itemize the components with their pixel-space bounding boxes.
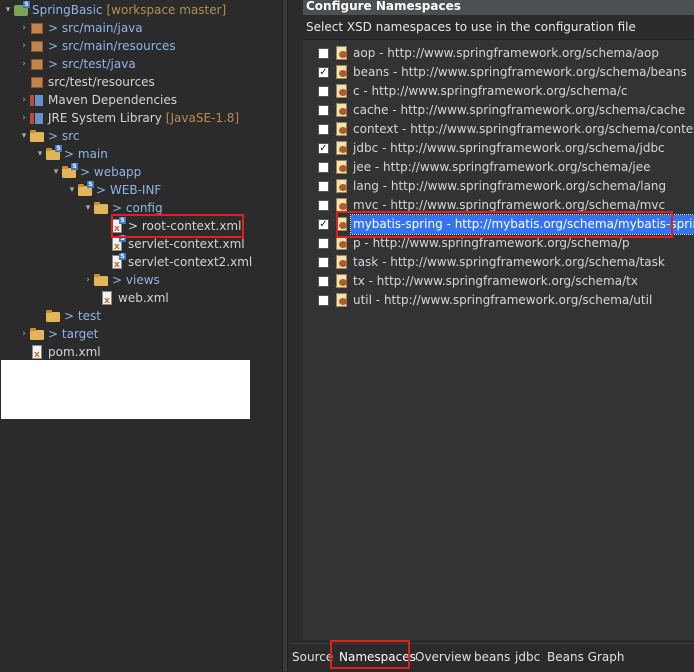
- namespace-checkbox[interactable]: ✓: [318, 143, 329, 154]
- namespace-icon: [334, 197, 350, 213]
- tree-item-src-main-resources[interactable]: › > src/main/resources: [19, 37, 175, 55]
- expand-arrow-icon[interactable]: ›: [83, 271, 93, 289]
- folder-icon: [29, 128, 45, 144]
- namespace-checkbox[interactable]: [318, 238, 329, 249]
- tab-beans[interactable]: beans: [474, 648, 510, 666]
- namespace-checkbox[interactable]: [318, 105, 329, 116]
- namespace-checkbox[interactable]: [318, 124, 329, 135]
- tree-item-main[interactable]: ▾ S > main: [35, 145, 108, 163]
- project-explorer: ▾ S SpringBasic [workspace master] › > src/m…: [0, 0, 282, 671]
- git-branch-decoration: [workspace master]: [106, 3, 227, 17]
- source-folder-icon: [29, 74, 45, 90]
- namespace-icon: [334, 121, 350, 137]
- editor-tabs: Source Namespaces Overview beans jdbc Be…: [289, 640, 694, 672]
- project-icon: S: [13, 1, 30, 18]
- folder-icon: [93, 272, 109, 288]
- tree-item-project[interactable]: ▾ S SpringBasic [workspace master]: [3, 1, 226, 19]
- namespace-icon: [334, 216, 350, 232]
- tree-item-src-main-java[interactable]: › > src/main/java: [19, 19, 142, 37]
- namespace-icon: [334, 102, 350, 118]
- tree-item-root-context-xml[interactable]: S> root-context.xml: [99, 217, 241, 238]
- section-description: Select XSD namespaces to use in the conf…: [306, 20, 636, 34]
- namespace-icon: [334, 140, 350, 156]
- tree-item-test[interactable]: > test: [35, 307, 101, 325]
- collapse-arrow-icon[interactable]: ▾: [3, 1, 13, 19]
- namespace-icon: [334, 292, 350, 308]
- tree-item-src-test-java[interactable]: › > src/test/java: [19, 55, 136, 73]
- tree-item-views[interactable]: › > views: [83, 271, 160, 289]
- spring-xml-file-icon: S: [109, 235, 126, 256]
- namespace-checkbox[interactable]: [318, 86, 329, 97]
- spring-xml-file-icon: S: [109, 217, 126, 238]
- tab-jdbc[interactable]: jdbc: [515, 648, 540, 666]
- tree-item-target[interactable]: › > target: [19, 325, 98, 343]
- section-title: Configure Namespaces: [303, 0, 694, 15]
- folder-icon: [45, 308, 61, 324]
- collapse-arrow-icon[interactable]: ▾: [67, 181, 77, 199]
- namespace-checkbox[interactable]: [318, 295, 329, 306]
- namespace-checkbox[interactable]: [318, 200, 329, 211]
- source-folder-icon: [29, 38, 45, 54]
- folder-icon: S: [45, 145, 62, 162]
- tree-item-jre-system-library[interactable]: › JRE System Library [JavaSE-1.8]: [19, 109, 239, 127]
- view-splitter[interactable]: [282, 0, 288, 671]
- namespace-icon: [334, 159, 350, 175]
- tree-item-webapp[interactable]: ▾ S > webapp: [51, 163, 141, 181]
- namespace-checkbox[interactable]: [318, 276, 329, 287]
- tree-item-pom-xml[interactable]: pom.xml: [19, 343, 101, 364]
- tab-overview[interactable]: Overview: [415, 648, 472, 666]
- expand-arrow-icon[interactable]: ›: [19, 19, 29, 37]
- project-name: SpringBasic: [32, 3, 103, 17]
- namespace-list: aop - http://www.springframework.org/sch…: [303, 39, 694, 640]
- namespace-icon: [334, 235, 350, 251]
- expand-arrow-icon[interactable]: ›: [19, 91, 29, 109]
- namespace-icon: [334, 64, 350, 80]
- namespace-icon: [334, 178, 350, 194]
- namespace-icon: [334, 83, 350, 99]
- tab-source[interactable]: Source: [292, 648, 333, 666]
- maven-pom-icon: [29, 344, 45, 364]
- folder-icon: S: [77, 181, 94, 198]
- namespace-checkbox[interactable]: [318, 48, 329, 59]
- tree-item-web-inf[interactable]: ▾ S > WEB-INF: [67, 181, 161, 199]
- xml-file-icon: [99, 290, 115, 310]
- redacted-area: [1, 360, 250, 419]
- expand-arrow-icon[interactable]: ›: [19, 37, 29, 55]
- tree-item-maven-dependencies[interactable]: › Maven Dependencies: [19, 91, 177, 109]
- namespace-checkbox[interactable]: [318, 162, 329, 173]
- namespace-checkbox[interactable]: [318, 257, 329, 268]
- folder-icon: [29, 326, 45, 342]
- collapse-arrow-icon[interactable]: ▾: [19, 127, 29, 145]
- tree-item-src-test-resources[interactable]: src/test/resources: [19, 73, 155, 91]
- tab-beans-graph[interactable]: Beans Graph: [547, 648, 624, 666]
- expand-arrow-icon[interactable]: ›: [19, 109, 29, 127]
- folder-icon: S: [61, 163, 78, 180]
- spring-xml-file-icon: S: [109, 253, 126, 274]
- namespace-checkbox[interactable]: ✓: [318, 67, 329, 78]
- tree-item-src[interactable]: ▾ > src: [19, 127, 80, 145]
- namespace-checkbox[interactable]: ✓: [318, 219, 329, 230]
- collapse-arrow-icon[interactable]: ▾: [83, 199, 93, 217]
- expand-arrow-icon[interactable]: ›: [19, 325, 29, 343]
- collapse-arrow-icon[interactable]: ▾: [35, 145, 45, 163]
- library-icon: [29, 92, 45, 108]
- source-folder-icon: [29, 20, 45, 36]
- tab-namespaces[interactable]: Namespaces: [339, 648, 416, 666]
- collapse-arrow-icon[interactable]: ▾: [51, 163, 61, 181]
- tree-item-web-xml[interactable]: web.xml: [89, 289, 169, 310]
- namespace-icon: [334, 273, 350, 289]
- tree-item-config[interactable]: ▾ > config: [83, 199, 163, 217]
- tree-item-servlet-context-xml[interactable]: Sservlet-context.xml: [99, 235, 245, 256]
- tree-item-servlet-context2-xml[interactable]: Sservlet-context2.xml: [99, 253, 252, 274]
- expand-arrow-icon[interactable]: ›: [19, 55, 29, 73]
- namespaces-editor: Configure Namespaces Select XSD namespac…: [289, 0, 694, 672]
- source-folder-icon: [29, 56, 45, 72]
- namespace-checkbox[interactable]: [318, 181, 329, 192]
- namespace-icon: [334, 254, 350, 270]
- folder-icon: [93, 200, 109, 216]
- library-icon: [29, 110, 45, 126]
- namespace-icon: [334, 45, 350, 61]
